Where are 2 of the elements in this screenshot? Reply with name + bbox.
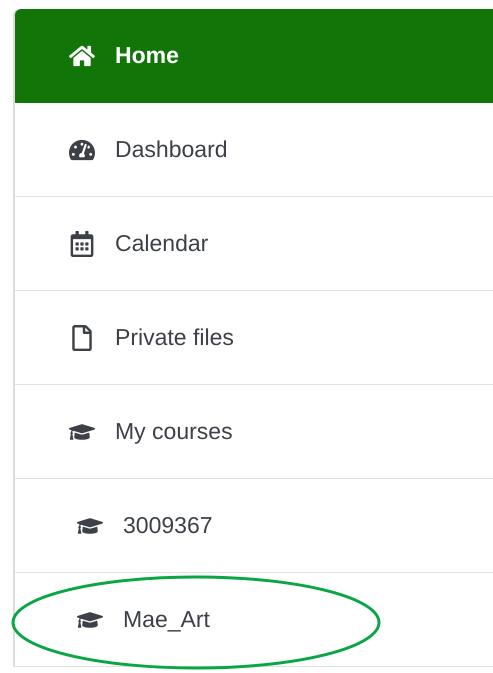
nav-item[interactable]: Home — [15, 9, 493, 103]
calendar-icon — [69, 230, 95, 256]
